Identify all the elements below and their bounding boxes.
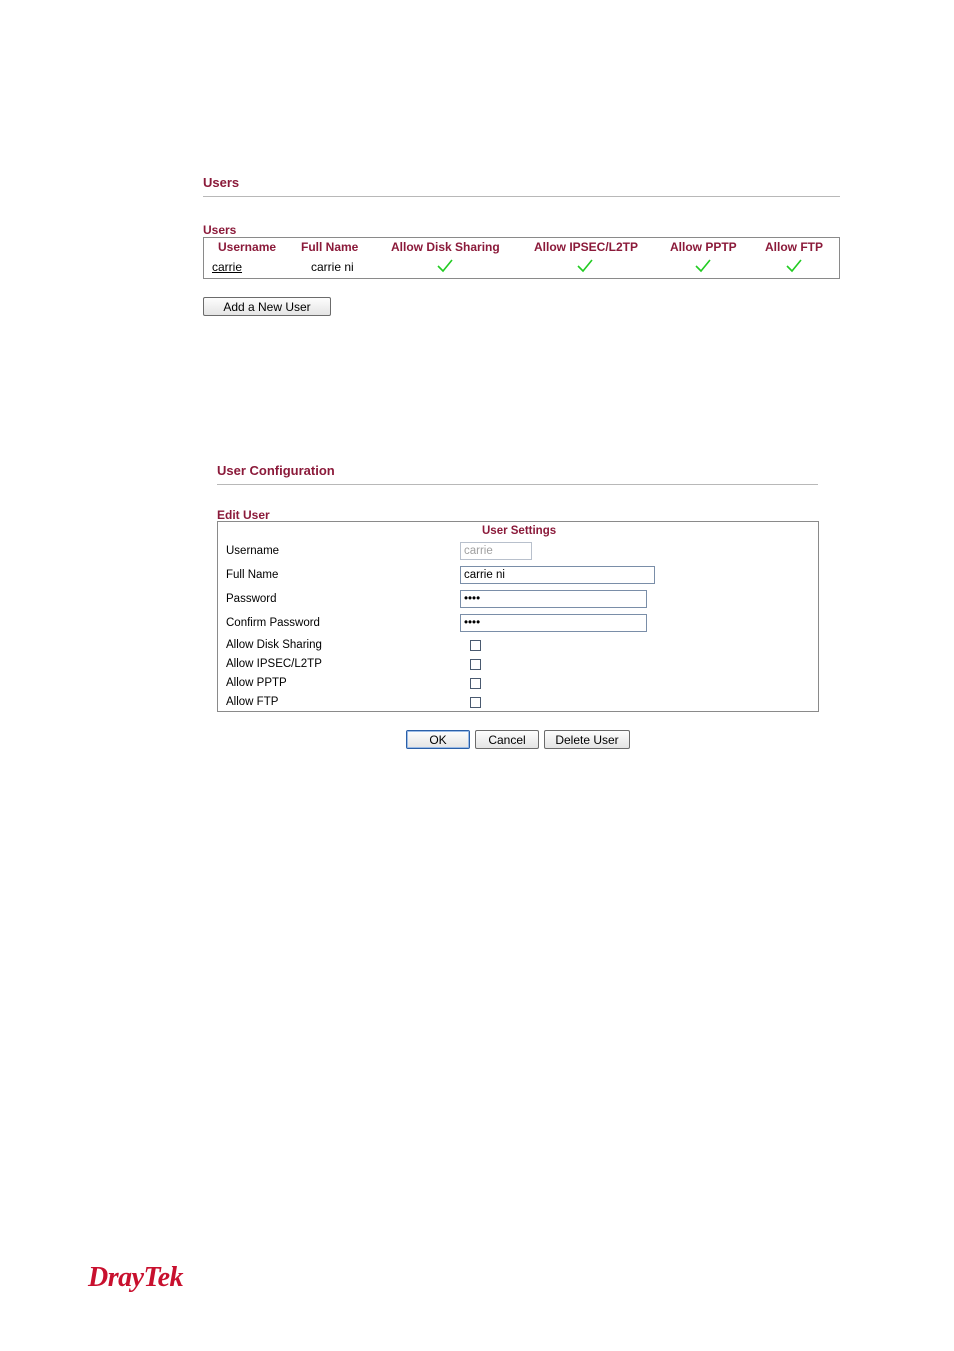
users-section-label: Users (203, 223, 237, 237)
draytek-logo: DrayTek (88, 1262, 184, 1293)
username-link[interactable]: carrie (212, 260, 242, 274)
check-mark-icon (577, 259, 593, 273)
full-name-cell: carrie ni (311, 260, 354, 274)
column-header-allow-ftp: Allow FTP (765, 240, 823, 254)
user-settings-box: User Settings Username Full Name Passwor… (217, 521, 819, 712)
config-page-title: User Configuration (217, 463, 335, 478)
column-header-allow-ipsec-l2tp: Allow IPSEC/L2TP (534, 240, 639, 254)
allow-disk-sharing-label: Allow Disk Sharing (226, 639, 322, 651)
edit-user-section-label: Edit User (217, 508, 270, 522)
add-new-user-button[interactable]: Add a New User (203, 297, 331, 316)
full-name-field[interactable] (460, 566, 655, 584)
allow-ftp-label: Allow FTP (226, 696, 279, 708)
column-header-allow-pptp: Allow PPTP (670, 240, 737, 254)
allow-ftp-checkbox[interactable] (470, 697, 481, 708)
confirm-password-field[interactable] (460, 614, 647, 632)
allow-disk-sharing-checkbox[interactable] (470, 640, 481, 651)
users-title-divider (203, 196, 840, 197)
allow-ipsec-l2tp-label: Allow IPSEC/L2TP (226, 658, 322, 670)
column-header-username: Username (218, 240, 277, 254)
check-mark-icon (786, 259, 802, 273)
delete-user-button[interactable]: Delete User (544, 730, 630, 749)
column-header-full-name: Full Name (301, 240, 359, 254)
allow-pptp-checkbox[interactable] (470, 678, 481, 689)
ok-button[interactable]: OK (406, 730, 470, 749)
password-field[interactable] (460, 590, 647, 608)
allow-pptp-label: Allow PPTP (226, 677, 287, 689)
column-header-allow-disk-sharing: Allow Disk Sharing (391, 240, 500, 254)
password-label: Password (226, 593, 277, 605)
users-table: Username Full Name Allow Disk Sharing Al… (203, 237, 840, 279)
users-page-title: Users (203, 175, 240, 190)
user-settings-header: User Settings (482, 525, 557, 537)
confirm-password-label: Confirm Password (226, 617, 320, 629)
config-title-divider (217, 484, 818, 485)
allow-ipsec-l2tp-checkbox[interactable] (470, 659, 481, 670)
full-name-label: Full Name (226, 569, 279, 581)
check-mark-icon (695, 259, 711, 273)
check-mark-icon (437, 259, 453, 273)
username-field (460, 542, 532, 560)
username-label: Username (226, 545, 280, 557)
cancel-button[interactable]: Cancel (475, 730, 539, 749)
